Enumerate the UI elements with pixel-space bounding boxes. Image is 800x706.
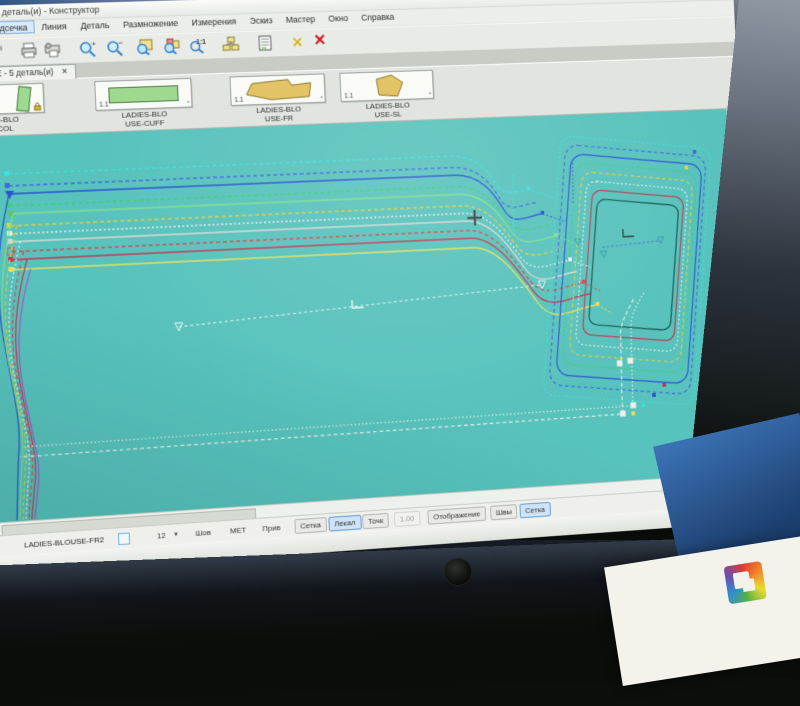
window-title: 5 деталь(и) - Конструктор bbox=[0, 5, 100, 18]
menu-item-nadsechka[interactable]: Надсечка bbox=[0, 20, 35, 35]
piece-card-col[interactable]: LADIES-BLOUSE-COL bbox=[0, 82, 48, 136]
undo-icon[interactable] bbox=[0, 42, 9, 63]
toggle-grid-button[interactable]: Сетка bbox=[294, 517, 327, 534]
lock-icon bbox=[33, 102, 41, 111]
svg-text:+: + bbox=[91, 40, 96, 48]
menu-item-okno[interactable]: Окно bbox=[322, 11, 355, 25]
toggle-points-button[interactable]: Точк bbox=[362, 513, 389, 529]
zoom-window-icon[interactable] bbox=[133, 38, 155, 58]
piece-card-fr[interactable]: 1.1▪ LADIES-BLOUSE-FR bbox=[227, 72, 328, 124]
size-value[interactable]: 12 bbox=[157, 531, 166, 540]
piece-card-sl[interactable]: 1.1▪ LADIES-BLOUSE-SL bbox=[337, 69, 436, 121]
piece-shape-fr bbox=[242, 77, 315, 103]
mode-label-shov[interactable]: Шов bbox=[195, 528, 211, 538]
screen-glare bbox=[0, 109, 756, 536]
menu-item-izmereniya[interactable]: Измерения bbox=[184, 14, 243, 28]
mode-label-priv[interactable]: Прив bbox=[262, 523, 280, 533]
delete-red-x-icon[interactable]: ✕ bbox=[309, 32, 331, 52]
current-piece-name: LADIES-BLOUSE-FR2 bbox=[24, 535, 104, 549]
toggle-pattern-button[interactable]: Лекал bbox=[328, 515, 361, 532]
monitor-power-button bbox=[444, 558, 472, 586]
scale-value-box: 1.00 bbox=[394, 511, 420, 527]
menu-item-razmnozhenie[interactable]: Размножение bbox=[116, 16, 185, 31]
piece-shape-col bbox=[16, 86, 31, 112]
size-dropdown-icon[interactable]: ▾ bbox=[174, 530, 178, 538]
menu-item-master[interactable]: Мастер bbox=[279, 12, 322, 26]
piece-checkbox[interactable] bbox=[118, 532, 130, 545]
rainbow-logo bbox=[723, 561, 766, 604]
monitor-screen: 5 деталь(и) - Конструктор аНадсечкаЛиния… bbox=[0, 0, 758, 575]
report-icon[interactable] bbox=[254, 34, 276, 54]
photo-of-monitor: { "window": { "title": "5 деталь(и) - Ко… bbox=[0, 0, 800, 600]
menu-item-liniya[interactable]: Линия bbox=[34, 19, 74, 33]
display-button[interactable]: Отображение bbox=[427, 506, 486, 524]
pattern-canvas[interactable] bbox=[0, 109, 756, 536]
zoom-in-icon[interactable]: + bbox=[77, 39, 99, 60]
piece-shape-sl bbox=[369, 73, 407, 99]
svg-text:−: − bbox=[117, 40, 123, 48]
plotter-icon[interactable] bbox=[41, 40, 64, 61]
tab-close-icon[interactable]: × bbox=[62, 66, 68, 76]
mode-label-met[interactable]: МЕТ bbox=[230, 526, 247, 536]
print-icon[interactable] bbox=[18, 41, 41, 62]
grid-button-2[interactable]: Сетка bbox=[519, 502, 550, 518]
piece-card-cuff[interactable]: 1.1▪ LADIES-BLOUSE-CUFF bbox=[92, 77, 195, 130]
delete-yellow-x-icon[interactable]: ✕ bbox=[286, 33, 308, 53]
zoom-actual-icon[interactable]: 1:1 bbox=[187, 36, 209, 56]
menu-item-spravka[interactable]: Справка bbox=[354, 10, 401, 24]
zoom-objects-icon[interactable] bbox=[160, 37, 182, 57]
seams-button[interactable]: Швы bbox=[490, 504, 518, 520]
piece-shape-cuff bbox=[108, 85, 179, 103]
menu-item-eskiz[interactable]: Эскиз bbox=[243, 13, 280, 27]
zoom-out-icon[interactable]: − bbox=[104, 38, 126, 58]
menu-item-detal[interactable]: Деталь bbox=[73, 18, 116, 32]
arrange-pieces-icon[interactable] bbox=[220, 35, 242, 55]
